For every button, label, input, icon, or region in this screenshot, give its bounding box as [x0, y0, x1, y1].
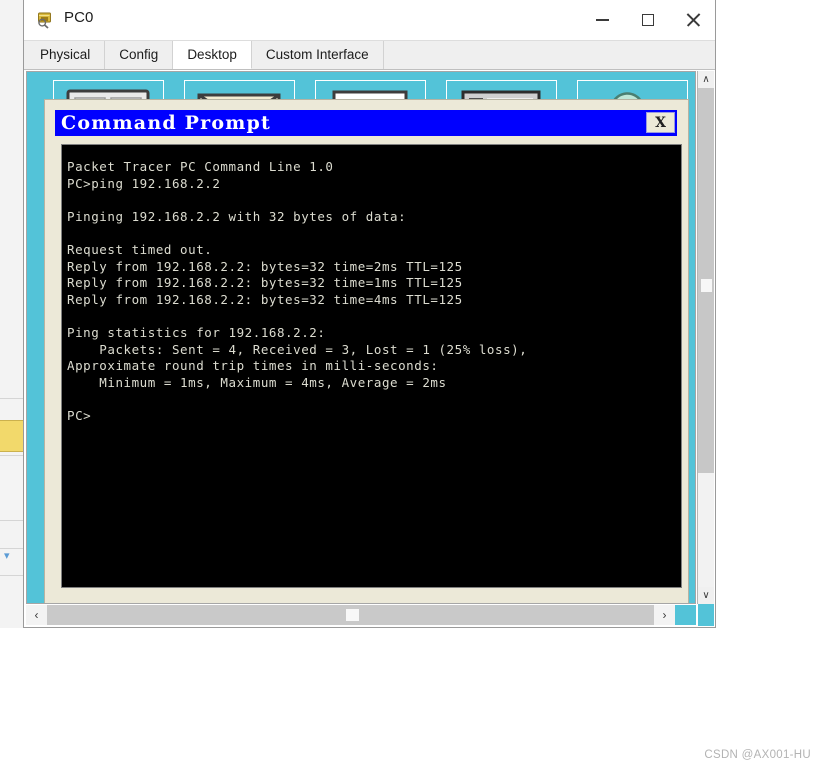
desktop-horizontal-scrollbar[interactable]: ‹ › [26, 605, 696, 625]
scroll-left-icon[interactable]: ‹ [26, 605, 47, 625]
command-prompt-titlebar: Command Prompt X [55, 110, 677, 136]
terminal-output[interactable]: Packet Tracer PC Command Line 1.0 PC>pin… [61, 144, 682, 588]
maximize-icon [641, 14, 654, 26]
terminal-line: Minimum = 1ms, Maximum = 4ms, Average = … [67, 374, 447, 390]
vertical-scrollbar-lower-track[interactable] [698, 473, 714, 587]
palette-blue-icon: ▾ [4, 550, 10, 562]
scroll-right-icon[interactable]: › [654, 605, 675, 625]
terminal-line: Reply from 192.168.2.2: bytes=32 time=1m… [67, 275, 463, 291]
close-button[interactable] [670, 0, 715, 40]
palette-divider [0, 548, 23, 549]
terminal-line: Reply from 192.168.2.2: bytes=32 time=4m… [67, 291, 463, 307]
command-prompt-close-button[interactable]: X [646, 112, 675, 133]
desktop-area: Command Prompt X Packet Tracer PC Comman… [24, 70, 715, 627]
minimize-button[interactable] [580, 0, 625, 40]
packet-tracer-pc-icon [35, 10, 55, 30]
command-prompt-window: Command Prompt X Packet Tracer PC Comman… [44, 99, 689, 603]
tab-desktop[interactable]: Desktop [173, 41, 252, 69]
palette-divider [0, 520, 23, 521]
palette-divider [0, 398, 23, 399]
vertical-scrollbar-thumb[interactable] [701, 279, 712, 292]
desktop-vertical-scrollbar[interactable]: ∧ ∨ [697, 71, 714, 626]
terminal-line: Request timed out. [67, 241, 213, 257]
palette-divider [0, 575, 23, 576]
terminal-line: Packets: Sent = 4, Received = 3, Lost = … [67, 341, 528, 357]
palette-divider [0, 455, 23, 456]
scroll-down-icon[interactable]: ∨ [698, 587, 714, 604]
watermark: CSDN @AX001-HU [704, 749, 811, 761]
command-prompt-title: Command Prompt [61, 112, 271, 134]
terminal-line: Pinging 192.168.2.2 with 32 bytes of dat… [67, 208, 407, 224]
scrollbar-corner [698, 604, 714, 626]
terminal-line: Approximate round trip times in milli-se… [67, 358, 439, 374]
window-title: PC0 [64, 9, 94, 26]
palette-yellow-item[interactable] [0, 420, 23, 452]
tab-config[interactable]: Config [105, 41, 174, 69]
scrollbar-corner [675, 605, 696, 625]
maximize-button[interactable] [625, 0, 670, 40]
scroll-up-icon[interactable]: ∧ [698, 71, 714, 88]
window-titlebar: PC0 [24, 0, 715, 41]
minimize-icon [596, 19, 609, 21]
terminal-line: PC> [67, 407, 92, 423]
palette-clock-item[interactable] [0, 470, 23, 510]
tab-physical[interactable]: Physical [26, 41, 106, 69]
desktop-canvas: Command Prompt X Packet Tracer PC Comman… [26, 71, 696, 604]
terminal-line: PC>ping 192.168.2.2 [67, 175, 221, 191]
left-palette-strip: ▾ [0, 0, 24, 628]
window-controls [580, 0, 715, 40]
terminal-line: Packet Tracer PC Command Line 1.0 [67, 159, 334, 174]
tab-custom-interface[interactable]: Custom Interface [251, 41, 384, 69]
terminal-line: Reply from 192.168.2.2: bytes=32 time=2m… [67, 258, 463, 274]
close-icon [685, 12, 701, 28]
horizontal-scrollbar-thumb[interactable] [346, 609, 359, 621]
tab-bar: Physical Config Desktop Custom Interface [24, 41, 715, 70]
terminal-line: Ping statistics for 192.168.2.2: [67, 324, 326, 340]
pc0-window: PC0 Physical Config Desktop Custom Inter… [23, 0, 716, 628]
